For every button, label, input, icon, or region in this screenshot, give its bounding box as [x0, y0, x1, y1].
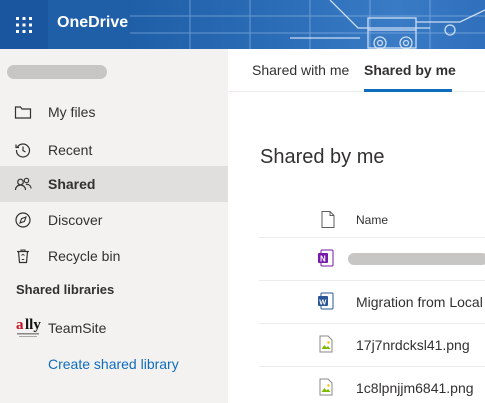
folder-icon — [14, 106, 32, 119]
sidebar-item-recycle-bin[interactable]: Recycle bin — [0, 238, 228, 274]
table-row[interactable]: 1c8lpnjjm6841.png — [259, 367, 485, 403]
sidebar-item-label: Discover — [48, 212, 103, 228]
onenote-icon: N — [318, 249, 334, 267]
svg-text:W: W — [319, 298, 327, 307]
redacted-file-name — [348, 253, 485, 265]
sidebar-item-label: My files — [48, 104, 96, 120]
page-title: Shared by me — [260, 146, 385, 168]
teamsite-logo: a lly — [16, 317, 41, 337]
sidebar-item-my-files[interactable]: My files — [0, 94, 228, 130]
create-shared-library-link[interactable]: Create shared library — [48, 356, 179, 372]
table-row[interactable]: N — [259, 238, 485, 281]
header-banner-image — [130, 0, 485, 49]
sidebar-item-label: Shared — [48, 176, 96, 192]
compass-icon — [15, 212, 31, 228]
history-icon — [15, 143, 31, 158]
app-launcher-button[interactable] — [0, 0, 48, 49]
sidebar-item-label: Recent — [48, 142, 93, 158]
column-header: Name — [259, 200, 485, 238]
file-name: 17j7nrdcksl41.png — [356, 337, 470, 353]
sidebar-item-shared[interactable]: Shared — [0, 166, 228, 202]
account-name-redacted — [7, 65, 107, 79]
file-icon[interactable] — [321, 211, 335, 228]
image-file-icon — [319, 335, 333, 353]
pivot-tabs: Shared with me Shared by me — [228, 49, 485, 92]
tab-shared-with-me[interactable]: Shared with me — [252, 62, 349, 78]
svg-text:a: a — [16, 317, 24, 333]
svg-text:lly: lly — [25, 317, 41, 333]
svg-text:N: N — [320, 255, 326, 264]
sidebar-item-discover[interactable]: Discover — [0, 202, 228, 238]
sidebar-item-label: Recycle bin — [48, 248, 121, 264]
name-column-header[interactable]: Name — [356, 213, 388, 227]
library-label: TeamSite — [48, 320, 107, 336]
table-row[interactable]: W Migration from Local — [259, 281, 485, 324]
trash-icon — [17, 249, 29, 264]
app-title[interactable]: OneDrive — [57, 14, 128, 32]
suite-header: OneDrive — [0, 0, 485, 49]
people-icon — [14, 177, 32, 191]
app-launcher-icon — [16, 16, 32, 33]
left-navigation: My files Recent Shared Discover Recycle … — [0, 49, 228, 403]
image-file-icon — [319, 378, 333, 396]
shared-libraries-heading: Shared libraries — [16, 282, 115, 297]
tab-shared-by-me[interactable]: Shared by me — [364, 62, 456, 78]
sidebar-item-recent[interactable]: Recent — [0, 132, 228, 168]
word-icon: W — [318, 292, 334, 310]
file-name: Migration from Local — [356, 294, 483, 310]
table-row[interactable]: 17j7nrdcksl41.png — [259, 324, 485, 367]
file-name: 1c8lpnjjm6841.png — [356, 380, 474, 396]
